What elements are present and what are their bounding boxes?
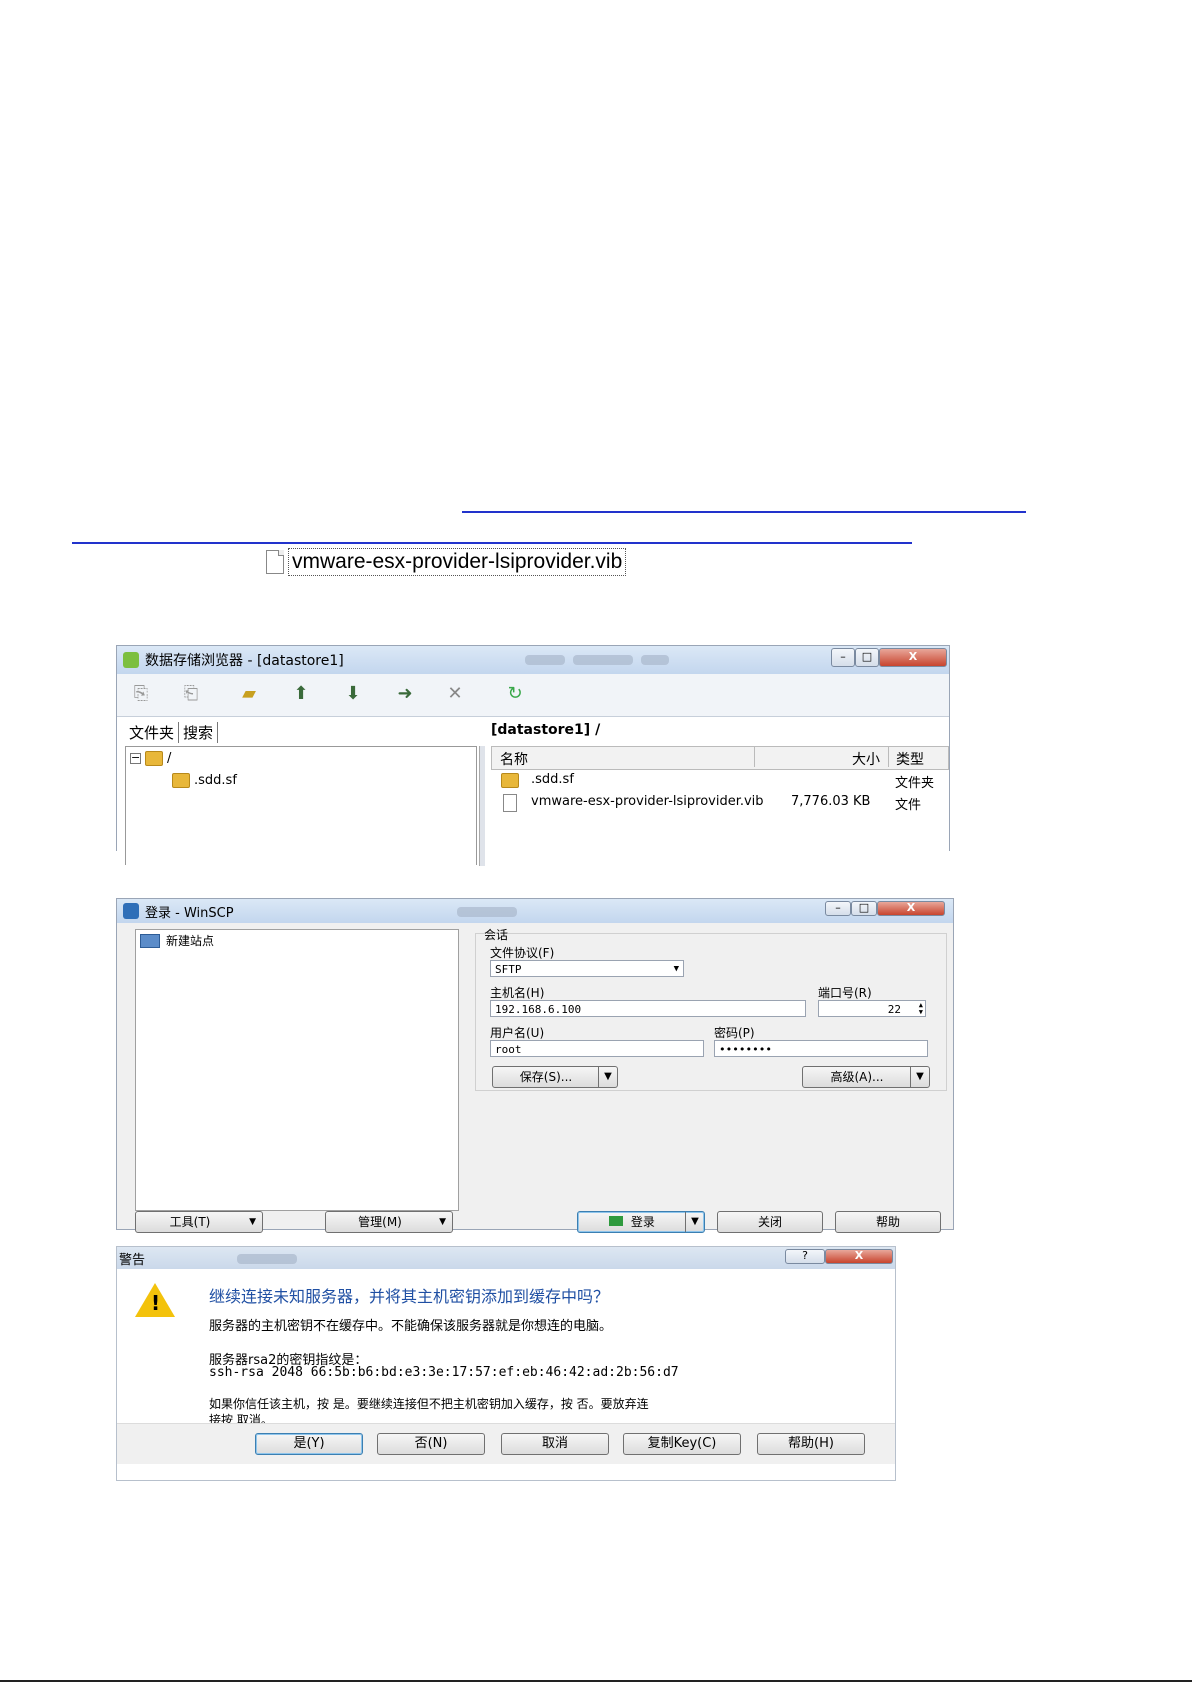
session-label: 会话 (484, 926, 509, 943)
help-title-button[interactable]: ? (785, 1249, 825, 1264)
login-button[interactable]: 登录 ▼ (577, 1211, 705, 1233)
pane-splitter[interactable] (479, 746, 485, 866)
port-stepper[interactable]: 22 ▲ ▼ (818, 1000, 926, 1017)
tree-sddsf[interactable]: .sdd.sf (172, 773, 237, 788)
vib-file-item[interactable]: vmware-esx-provider-lsiprovider.vib (266, 548, 627, 576)
winscp-titlebar: 登录 - WinSCP – □ X (117, 899, 953, 923)
datastore-app-icon (123, 652, 139, 668)
manage-button[interactable]: 管理(M) ▼ (325, 1211, 453, 1233)
page-footer-rule (0, 1680, 1192, 1682)
delete-icon[interactable]: ✕ (443, 682, 467, 706)
no-button[interactable]: 否(N) (377, 1433, 485, 1455)
file-row[interactable]: vmware-esx-provider-lsiprovider.vib 7,77… (501, 792, 949, 814)
refresh-icon[interactable]: ↻ (503, 682, 527, 706)
col-size[interactable]: 大小 (852, 749, 880, 769)
document-icon (503, 794, 517, 812)
maximize-button[interactable]: □ (851, 901, 877, 916)
new-site-icon (140, 933, 160, 948)
winscp-login-window: 登录 - WinSCP – □ X 新建站点 会话 文件协议(F) SFTP ▼… (116, 898, 954, 1233)
download-icon[interactable]: ⎗ (179, 682, 203, 706)
warning-line-1: 服务器的主机密钥不在缓存中。不能确保该服务器就是你想连的电脑。 (209, 1319, 613, 1334)
winscp-app-icon (123, 903, 139, 919)
warning-headline: 继续连接未知服务器，并将其主机密钥添加到缓存中吗？ (209, 1287, 610, 1306)
protocol-select[interactable]: SFTP ▼ (490, 960, 684, 977)
col-type[interactable]: 类型 (896, 749, 924, 769)
login-icon (609, 1216, 624, 1226)
new-folder-icon[interactable]: ▰ (237, 682, 261, 706)
save-button[interactable]: 保存(S)... ▼ (492, 1066, 618, 1088)
tree-root[interactable]: − / (130, 751, 171, 766)
chevron-down-icon: ▼ (598, 1067, 617, 1087)
session-group: 会话 文件协议(F) SFTP ▼ 主机名(H) 192.168.6.100 端… (475, 926, 947, 1091)
winscp-title: 登录 - WinSCP (145, 905, 234, 921)
password-label: 密码(P) (714, 1026, 755, 1040)
upload-icon[interactable]: ⎘ (129, 682, 153, 706)
datastore-browser-window: 数据存储浏览器 - [datastore1] – □ X ⎘ ⎗ ▰ ⬆ ⬇ ➜… (116, 645, 950, 866)
maximize-button[interactable]: □ (855, 648, 879, 667)
current-path: [datastore1] / (491, 722, 601, 738)
col-name[interactable]: 名称 (500, 749, 528, 769)
chevron-down-icon: ▼ (673, 964, 679, 974)
password-input[interactable]: •••••••• (714, 1040, 928, 1057)
chevron-down-icon: ▼ (249, 1217, 256, 1227)
yes-button[interactable]: 是(Y) (255, 1433, 363, 1455)
folder-icon (145, 751, 163, 766)
tab-folders[interactable]: 文件夹 (125, 722, 180, 743)
link-underline-2[interactable] (72, 542, 912, 544)
upload-file-icon[interactable]: ⬆ (289, 682, 313, 706)
user-label: 用户名(U) (490, 1026, 545, 1040)
datastore-titlebar: 数据存储浏览器 - [datastore1] – □ X (117, 646, 949, 674)
warning-title: 警告 (119, 1252, 146, 1268)
tab-search[interactable]: 搜索 (179, 722, 219, 743)
folder-icon (172, 773, 190, 788)
help-button[interactable]: 帮助(H) (757, 1433, 865, 1455)
user-input[interactable]: root (490, 1040, 704, 1057)
warning-icon: ! (135, 1283, 175, 1317)
datastore-toolbar: ⎘ ⎗ ▰ ⬆ ⬇ ➜ ✕ ↻ (117, 674, 949, 717)
minimize-button[interactable]: – (825, 901, 851, 916)
site-new[interactable]: 新建站点 (140, 932, 214, 949)
warning-line-4: 如果你信任该主机，按 是。要继续连接但不把主机密钥加入缓存，按 否。要放弃连 (209, 1397, 649, 1411)
close-button[interactable]: X (825, 1249, 893, 1264)
advanced-button[interactable]: 高级(A)... ▼ (802, 1066, 930, 1088)
link-underline-1[interactable] (462, 511, 1026, 513)
host-label: 主机名(H) (490, 986, 545, 1000)
site-list[interactable]: 新建站点 (135, 929, 459, 1211)
datastore-title: 数据存储浏览器 - [datastore1] (145, 653, 344, 669)
close-dialog-button[interactable]: 关闭 (717, 1211, 823, 1233)
document-icon (266, 550, 284, 574)
protocol-label: 文件协议(F) (490, 946, 555, 960)
help-button[interactable]: 帮助 (835, 1211, 941, 1233)
cancel-button[interactable]: 取消 (501, 1433, 609, 1455)
left-tabs: 文件夹 搜索 (125, 722, 219, 743)
chevron-down-icon: ▼ (685, 1212, 704, 1232)
vib-file-name: vmware-esx-provider-lsiprovider.vib (288, 548, 627, 576)
warning-fingerprint: ssh-rsa 2048 66:5b:b6:bd:e3:3e:17:57:ef:… (209, 1365, 679, 1380)
folder-icon (501, 773, 519, 788)
warning-titlebar: 警告 ? X (117, 1247, 895, 1269)
host-input[interactable]: 192.168.6.100 (490, 1000, 806, 1017)
folder-tree: − / .sdd.sf (125, 746, 477, 865)
port-label: 端口号(R) (818, 986, 872, 1000)
file-list-header: 名称 大小 类型 (491, 746, 949, 770)
close-button[interactable]: X (879, 648, 947, 667)
minimize-button[interactable]: – (831, 648, 855, 667)
copy-key-button[interactable]: 复制Key(C) (623, 1433, 741, 1455)
close-button[interactable]: X (877, 901, 945, 916)
spin-icon[interactable]: ▲ ▼ (919, 1002, 923, 1016)
chevron-down-icon: ▼ (439, 1217, 446, 1227)
download-file-icon[interactable]: ⬇ (341, 682, 365, 706)
move-icon[interactable]: ➜ (393, 682, 417, 706)
tools-button[interactable]: 工具(T) ▼ (135, 1211, 263, 1233)
chevron-down-icon: ▼ (910, 1067, 929, 1087)
file-row[interactable]: .sdd.sf 文件夹 (501, 770, 949, 792)
warning-dialog: 警告 ? X ! 继续连接未知服务器，并将其主机密钥添加到缓存中吗？ 服务器的主… (116, 1246, 896, 1481)
